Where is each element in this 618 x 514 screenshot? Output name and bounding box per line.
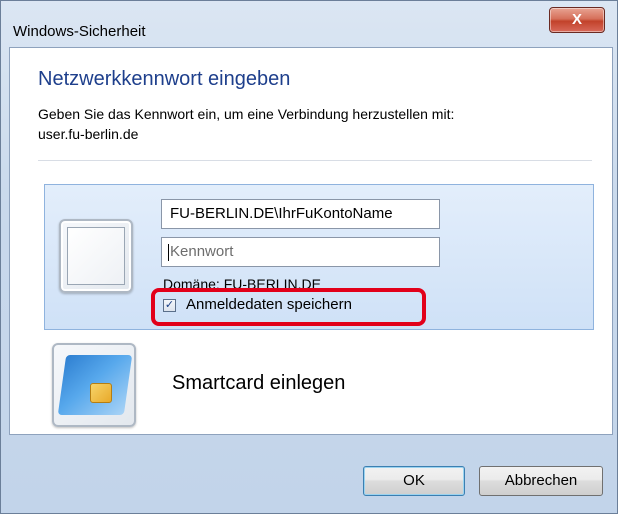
dialog-description: Geben Sie das Kennwort ein, um eine Verb… [38, 104, 578, 144]
text-cursor [168, 244, 169, 261]
dialog-heading: Netzwerkkennwort eingeben [38, 68, 291, 90]
separator-line [38, 160, 592, 161]
close-icon: X [571, 11, 582, 28]
password-field[interactable]: Kennwort [161, 237, 440, 267]
smartcard-option-label[interactable]: Smartcard einlegen [172, 372, 345, 395]
user-tile-icon [59, 219, 133, 293]
cancel-button[interactable]: Abbrechen [479, 466, 603, 496]
title-bar[interactable]: Windows-Sicherheit X [1, 1, 617, 41]
dialog-content: Netzwerkkennwort eingeben Geben Sie das … [9, 47, 613, 435]
smartcard-chip-graphic [90, 383, 112, 403]
user-tile-picture [67, 227, 125, 285]
username-field[interactable]: FU-BERLIN.DE\IhrFuKontoName [161, 199, 440, 229]
password-placeholder: Kennwort [170, 243, 234, 260]
close-button[interactable]: X [549, 7, 605, 33]
annotation-highlight-box [151, 288, 426, 326]
description-line-1: Geben Sie das Kennwort ein, um eine Verb… [38, 106, 455, 122]
description-server: user.fu-berlin.de [38, 126, 139, 142]
ok-button[interactable]: OK [363, 466, 465, 496]
smartcard-icon[interactable] [52, 343, 136, 427]
window-title: Windows-Sicherheit [13, 23, 146, 40]
security-dialog-window: Windows-Sicherheit X Netzwerkkennwort ei… [0, 0, 618, 514]
